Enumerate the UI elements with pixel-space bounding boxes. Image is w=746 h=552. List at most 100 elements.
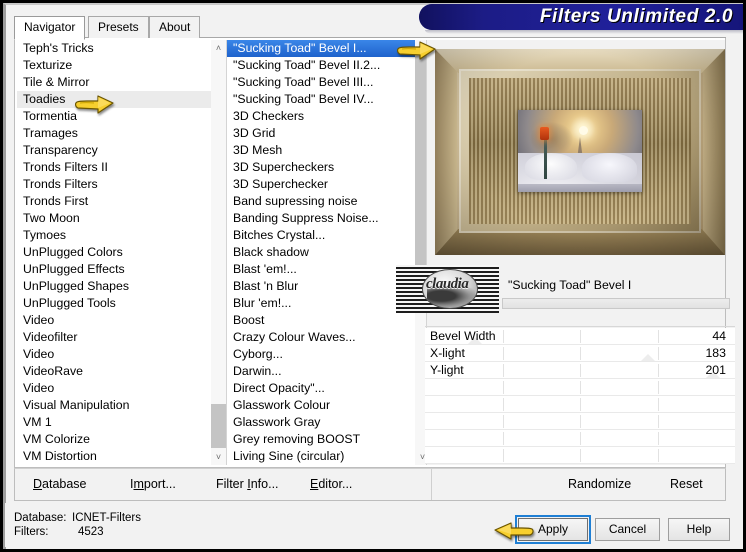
tab-presets[interactable]: Presets [88,16,149,38]
category-scroll-up-icon[interactable]: ˄ [211,40,226,56]
list-item[interactable]: Darwin... [227,363,415,380]
preview-photo [517,110,643,192]
cancel-button[interactable]: Cancel [595,518,660,541]
slider-row-empty[interactable] [425,447,735,464]
slider-tick [657,398,659,411]
list-item[interactable]: Videofilter [17,329,211,346]
filter-list[interactable]: "Sucking Toad" Bevel I... "Sucking Toad" … [227,40,415,465]
list-item[interactable]: Banding Suppress Noise... [227,210,415,227]
list-item[interactable]: 3D Mesh [227,142,415,159]
slider-tick [657,381,659,394]
list-item[interactable]: Video [17,346,211,363]
slider-thumb[interactable] [635,354,662,361]
list-item[interactable]: Video [17,380,211,397]
list-item[interactable]: VM Distortion [17,448,211,465]
apply-button[interactable]: Apply [515,515,591,544]
list-item[interactable]: UnPlugged Effects [17,261,211,278]
list-item[interactable]: Texturize [17,57,211,74]
help-button[interactable]: Help [668,518,730,541]
slider-row-empty[interactable] [425,430,735,447]
slider-row[interactable]: Bevel Width 44 [425,328,735,345]
list-item[interactable]: Tile & Mirror [17,74,211,91]
list-item[interactable]: Tramages [17,125,211,142]
list-item[interactable]: "Sucking Toad" Bevel III... [227,74,415,91]
preview-progress-strip[interactable] [502,298,730,309]
database-link[interactable]: Database [33,477,87,491]
list-item[interactable]: Blur 'em!... [227,295,415,312]
list-item[interactable]: VM 1 [17,414,211,431]
list-item[interactable]: 3D Supercheckers [227,159,415,176]
import-link[interactable]: Import... [130,477,176,491]
slider-row[interactable]: X-light 183 [425,345,735,362]
tab-about-label: About [159,20,191,34]
category-scroll-down-icon[interactable]: ˅ [211,449,226,465]
slider-row-empty[interactable] [425,379,735,396]
filter-preview-image[interactable] [435,49,725,255]
reset-link[interactable]: Reset [670,477,703,491]
title-banner: Filters Unlimited 2.0 [419,4,743,30]
list-item[interactable]: Band supressing noise [227,193,415,210]
slider-tick [657,415,659,428]
list-item[interactable]: Tormentia [17,108,211,125]
list-item[interactable]: Video [17,312,211,329]
list-item[interactable]: Glasswork Colour [227,397,415,414]
list-item[interactable]: Toadies [17,91,211,108]
list-item[interactable]: Blast 'n Blur [227,278,415,295]
list-item[interactable]: UnPlugged Colors [17,244,211,261]
list-item[interactable]: Crazy Colour Waves... [227,329,415,346]
list-item[interactable]: Two Moon [17,210,211,227]
list-item[interactable]: UnPlugged Tools [17,295,211,312]
list-item[interactable]: UnPlugged Shapes [17,278,211,295]
list-item[interactable]: Glasswork Gray [227,414,415,431]
list-item[interactable]: 3D Superchecker [227,176,415,193]
command-bar-separator [431,469,432,500]
list-item[interactable]: Living Sine (circular) [227,448,415,465]
slider-tick [502,432,504,445]
list-item[interactable]: VideoRave [17,363,211,380]
status-filters-value: 4523 [78,526,104,538]
slider-tick [502,330,504,343]
slider-tick [657,364,659,377]
slider-value: 183 [705,346,726,360]
list-item[interactable]: Grey removing BOOST [227,431,415,448]
category-list[interactable]: Teph's Tricks Texturize Tile & Mirror Toadi… [17,40,211,465]
slider-row[interactable]: Y-light 201 [425,362,735,379]
preview-weave-texture [469,78,691,224]
list-item[interactable]: Bitches Crystal... [227,227,415,244]
slider-tick [580,449,581,462]
tab-navigator[interactable]: Navigator [14,16,86,40]
list-item[interactable]: "Sucking Toad" Bevel I... [227,40,415,57]
list-item[interactable]: Tronds Filters II [17,159,211,176]
editor-link[interactable]: Editor... [310,477,352,491]
list-item[interactable]: Tymoes [17,227,211,244]
list-item[interactable]: Direct Opacity"... [227,380,415,397]
filter-info-link[interactable]: Filter Info... [216,477,279,491]
category-scroll-thumb[interactable] [211,404,226,448]
list-item[interactable]: VM Colorize [17,431,211,448]
slider-tick [580,347,581,360]
list-item[interactable]: 3D Grid [227,125,415,142]
filters-unlimited-window: Filters Unlimited 2.0 Navigator Presets … [0,0,746,552]
list-item[interactable]: Black shadow [227,244,415,261]
list-item[interactable]: Boost [227,312,415,329]
list-item[interactable]: 3D Checkers [227,108,415,125]
category-list-scrollbar[interactable]: ˄ ˅ [211,40,226,465]
list-item[interactable]: Teph's Tricks [17,40,211,57]
list-item[interactable]: Tronds Filters [17,176,211,193]
slider-row-empty[interactable] [425,396,735,413]
list-item[interactable]: Visual Manipulation [17,397,211,414]
photo-lamp-light [540,127,550,141]
list-item[interactable]: Blast 'em!... [227,261,415,278]
status-filters-key: Filters: [14,526,49,538]
list-item[interactable]: Tronds First [17,193,211,210]
tab-about[interactable]: About [149,16,201,38]
list-item[interactable]: Cyborg... [227,346,415,363]
slider-tick [657,449,659,462]
list-item[interactable]: Transparency [17,142,211,159]
category-scroll-track[interactable] [211,56,226,449]
slider-row-empty[interactable] [425,413,735,430]
slider-value: 44 [712,329,726,343]
list-item[interactable]: "Sucking Toad" Bevel IV... [227,91,415,108]
list-item[interactable]: "Sucking Toad" Bevel II.2... [227,57,415,74]
randomize-link[interactable]: Randomize [568,477,631,491]
